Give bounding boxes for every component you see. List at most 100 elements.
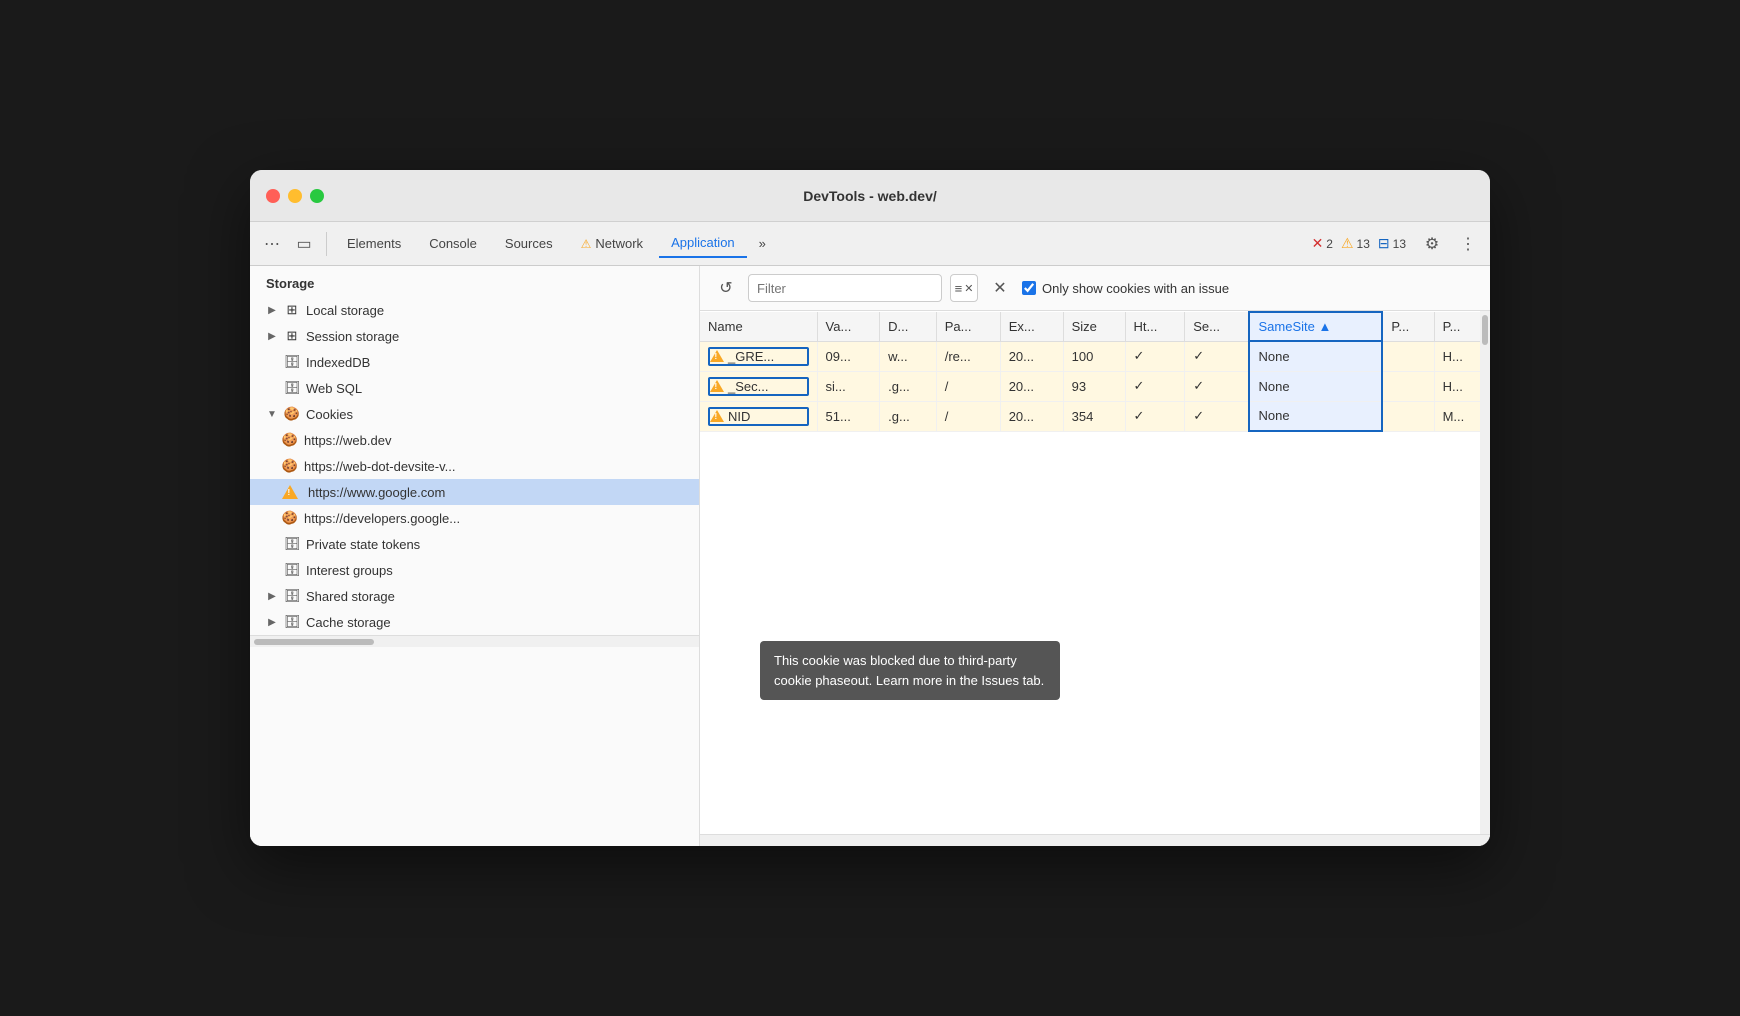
td-path-2: /: [936, 371, 1000, 401]
th-value[interactable]: Va...: [817, 312, 880, 341]
sidebar-item-private-state[interactable]: 🗄 Private state tokens: [250, 531, 699, 557]
refresh-button[interactable]: ↺: [712, 274, 740, 302]
tab-more[interactable]: »: [751, 230, 774, 257]
devtools-window: DevTools - web.dev/ ⋯ ▭ Elements Console…: [250, 170, 1490, 846]
sidebar-item-interest[interactable]: 🗄 Interest groups: [250, 557, 699, 583]
warn-icon-row3: [710, 410, 724, 422]
more-icon[interactable]: ⋮: [1454, 230, 1482, 258]
sidebar-item-cookies[interactable]: 🍪 Cookies: [250, 401, 699, 427]
cookies-table: Name Va... D... Pa... Ex... Size Ht... S…: [700, 311, 1490, 432]
td-domain-2: .g...: [880, 371, 937, 401]
minimize-button[interactable]: [288, 189, 302, 203]
content-panel: ↺ ≡ ✕ ✕ Only show cookies with an issue: [700, 266, 1490, 846]
main-content: Storage ⊞ Local storage ⊞ Session storag…: [250, 266, 1490, 846]
th-expires[interactable]: Ex...: [1000, 312, 1063, 341]
cookie-icon-webdev: 🍪: [282, 432, 298, 448]
tab-network[interactable]: ⚠ Network: [569, 230, 655, 257]
cookie-tooltip: This cookie was blocked due to third-par…: [760, 641, 1060, 700]
content-bottom-scroll: [700, 834, 1490, 846]
cursor-icon[interactable]: ⋯: [258, 230, 286, 258]
db-icon-private: 🗄: [284, 536, 300, 552]
td-samesite-1: None: [1249, 341, 1382, 371]
td-httponly-3: ✓: [1125, 401, 1185, 431]
tab-divider: [326, 232, 327, 256]
th-samesite[interactable]: SameSite ▲: [1249, 312, 1382, 341]
td-path-1: /re...: [936, 341, 1000, 371]
td-value-3: 51...: [817, 401, 880, 431]
scrollbar-thumb[interactable]: [1482, 315, 1488, 345]
td-name-2: _Sec...: [700, 371, 817, 401]
td-p1-3: [1382, 401, 1434, 431]
device-icon[interactable]: ▭: [290, 230, 318, 258]
expand-arrow-local: [266, 304, 278, 316]
expand-arrow-cookies: [266, 408, 278, 420]
traffic-lights: [266, 189, 324, 203]
filter-input[interactable]: [748, 274, 942, 302]
sidebar-item-websql[interactable]: 🗄 Web SQL: [250, 375, 699, 401]
sidebar-item-cookie-google[interactable]: ! https://www.google.com: [250, 479, 699, 505]
sidebar-item-indexeddb[interactable]: 🗄 IndexedDB: [250, 349, 699, 375]
clear-filter-button[interactable]: ≡ ✕: [950, 274, 978, 302]
tab-sources[interactable]: Sources: [493, 230, 565, 257]
td-expires-3: 20...: [1000, 401, 1063, 431]
td-p1-2: [1382, 371, 1434, 401]
tab-badges: ✕ 2 ⚠ 13 ⊟ 13: [1312, 235, 1406, 252]
td-size-1: 100: [1063, 341, 1125, 371]
error-badge: ✕ 2: [1312, 235, 1333, 252]
td-p1-1: [1382, 341, 1434, 371]
tab-elements[interactable]: Elements: [335, 230, 413, 257]
close-button[interactable]: [266, 189, 280, 203]
db-icon-cache: 🗄: [284, 614, 300, 630]
sidebar-item-cookie-webdotdevsite[interactable]: 🍪 https://web-dot-devsite-v...: [250, 453, 699, 479]
title-bar: DevTools - web.dev/: [250, 170, 1490, 222]
db-icon-websql: 🗄: [284, 380, 300, 396]
th-name[interactable]: Name: [700, 312, 817, 341]
warn-icon-row2: [710, 380, 724, 392]
th-httponly[interactable]: Ht...: [1125, 312, 1185, 341]
tab-console[interactable]: Console: [417, 230, 489, 257]
sidebar-item-cookie-webdev[interactable]: 🍪 https://web.dev: [250, 427, 699, 453]
grid-icon: ⊞: [284, 302, 300, 318]
th-secure[interactable]: Se...: [1185, 312, 1250, 341]
issue-filter-checkbox[interactable]: [1022, 281, 1036, 295]
cookie-icon: 🍪: [284, 406, 300, 422]
td-name-3: NID: [700, 401, 817, 431]
td-path-3: /: [936, 401, 1000, 431]
sidebar-item-cache-storage[interactable]: 🗄 Cache storage: [250, 609, 699, 635]
warning-badge: ⚠ 13: [1341, 235, 1370, 252]
sidebar-item-session-storage[interactable]: ⊞ Session storage: [250, 323, 699, 349]
td-secure-1: ✓: [1185, 341, 1250, 371]
vertical-scrollbar[interactable]: [1480, 311, 1490, 834]
table-row: NID 51... .g... / 20... 354 ✓ ✓ None: [700, 401, 1490, 431]
td-httponly-2: ✓: [1125, 371, 1185, 401]
issue-filter-label: Only show cookies with an issue: [1042, 281, 1229, 296]
sidebar-item-local-storage[interactable]: ⊞ Local storage: [250, 297, 699, 323]
sidebar-scroll: [250, 635, 699, 647]
table-row: _Sec... si... .g... / 20... 93 ✓ ✓ None: [700, 371, 1490, 401]
sidebar-scroll-thumb[interactable]: [254, 639, 374, 645]
clear-all-button[interactable]: ✕: [986, 274, 1014, 302]
cookie-icon-devgoogle: 🍪: [282, 510, 298, 526]
th-domain[interactable]: D...: [880, 312, 937, 341]
tab-tools: ⚙ ⋮: [1418, 230, 1482, 258]
table-container: Name Va... D... Pa... Ex... Size Ht... S…: [700, 311, 1490, 834]
toolbar: ↺ ≡ ✕ ✕ Only show cookies with an issue: [700, 266, 1490, 311]
th-p1[interactable]: P...: [1382, 312, 1434, 341]
th-path[interactable]: Pa...: [936, 312, 1000, 341]
db-icon-indexed: 🗄: [284, 354, 300, 370]
window-title: DevTools - web.dev/: [803, 188, 937, 204]
cookie-icon-webdotdevsite: 🍪: [282, 458, 298, 474]
maximize-button[interactable]: [310, 189, 324, 203]
sidebar-item-cookie-devgoogle[interactable]: 🍪 https://developers.google...: [250, 505, 699, 531]
th-size[interactable]: Size: [1063, 312, 1125, 341]
tab-application[interactable]: Application: [659, 229, 747, 258]
td-secure-2: ✓: [1185, 371, 1250, 401]
expand-arrow-shared: [266, 590, 278, 602]
td-size-2: 93: [1063, 371, 1125, 401]
settings-icon[interactable]: ⚙: [1418, 230, 1446, 258]
error-icon: ✕: [1312, 235, 1324, 252]
sidebar-item-shared-storage[interactable]: 🗄 Shared storage: [250, 583, 699, 609]
db-icon-interest: 🗄: [284, 562, 300, 578]
td-domain-1: w...: [880, 341, 937, 371]
table-header-row: Name Va... D... Pa... Ex... Size Ht... S…: [700, 312, 1490, 341]
